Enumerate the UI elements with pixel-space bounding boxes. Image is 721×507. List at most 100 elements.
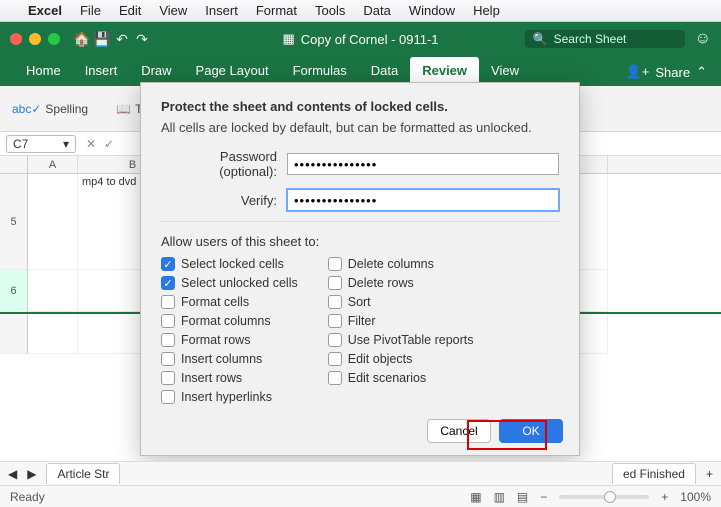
- traffic-lights[interactable]: [10, 33, 60, 45]
- zoom-level[interactable]: 100%: [680, 490, 711, 504]
- document-title: ▦ Copy of Cornel - 0911-1: [282, 31, 438, 47]
- checkbox-icon: [328, 257, 342, 271]
- zoom-icon[interactable]: [48, 33, 60, 45]
- spelling-button[interactable]: abc✓Spelling: [12, 102, 88, 116]
- permission-checkbox[interactable]: Use PivotTable reports: [328, 333, 474, 347]
- undo-icon[interactable]: ↶: [112, 31, 132, 48]
- permission-label: Delete rows: [348, 276, 414, 290]
- cell[interactable]: [28, 174, 78, 270]
- permission-checkbox[interactable]: ✓Select unlocked cells: [161, 276, 298, 290]
- row-header-5[interactable]: 5: [0, 174, 28, 270]
- password-input[interactable]: [287, 153, 559, 175]
- permission-label: Edit scenarios: [348, 371, 427, 385]
- sheet-tab[interactable]: ed Finished: [612, 463, 696, 484]
- checkbox-icon: [161, 371, 175, 385]
- search-sheet[interactable]: 🔍 Search Sheet: [525, 30, 685, 48]
- permission-checkbox[interactable]: Sort: [328, 295, 474, 309]
- menu-window[interactable]: Window: [409, 3, 455, 18]
- checkbox-icon: ✓: [161, 276, 175, 290]
- view-normal-icon[interactable]: ▦: [470, 490, 481, 504]
- row-header-6[interactable]: 6: [0, 270, 28, 312]
- dialog-subtitle: All cells are locked by default, but can…: [161, 120, 559, 135]
- search-placeholder: Search Sheet: [554, 32, 627, 46]
- checkbox-icon: [161, 390, 175, 404]
- permission-checkbox[interactable]: Format cells: [161, 295, 298, 309]
- menu-format[interactable]: Format: [256, 3, 297, 18]
- sheet-tab[interactable]: Article Str: [46, 463, 120, 484]
- cell[interactable]: [28, 270, 78, 312]
- menu-data[interactable]: Data: [363, 3, 390, 18]
- menu-edit[interactable]: Edit: [119, 3, 141, 18]
- minimize-icon[interactable]: [29, 33, 41, 45]
- checkbox-icon: [328, 276, 342, 290]
- permission-label: Insert rows: [181, 371, 242, 385]
- doc-name-text: Copy of Cornel - 0911-1: [301, 32, 439, 47]
- col-header-a[interactable]: A: [28, 156, 78, 173]
- menu-tools[interactable]: Tools: [315, 3, 345, 18]
- permission-label: Insert hyperlinks: [181, 390, 272, 404]
- feedback-icon[interactable]: ☺: [695, 30, 711, 48]
- verify-label: Verify:: [161, 193, 277, 208]
- permission-checkbox[interactable]: Format rows: [161, 333, 298, 347]
- next-sheet-icon[interactable]: ▶: [27, 467, 36, 481]
- permission-checkbox[interactable]: Delete columns: [328, 257, 474, 271]
- close-icon[interactable]: [10, 33, 22, 45]
- zoom-out-icon[interactable]: −: [540, 490, 547, 504]
- status-bar: Ready ▦ ▥ ▤ − + 100%: [0, 485, 721, 507]
- prev-sheet-icon[interactable]: ◀: [8, 467, 17, 481]
- menu-help[interactable]: Help: [473, 3, 500, 18]
- app-name[interactable]: Excel: [28, 3, 62, 18]
- excel-doc-icon: ▦: [282, 31, 294, 47]
- permission-checkbox[interactable]: Filter: [328, 314, 474, 328]
- ok-button[interactable]: OK: [499, 419, 563, 443]
- permission-label: Format rows: [181, 333, 250, 347]
- name-box[interactable]: C7▾: [6, 135, 76, 153]
- view-page-icon[interactable]: ▥: [494, 490, 505, 504]
- protect-sheet-dialog: Protect the sheet and contents of locked…: [140, 82, 580, 456]
- permission-label: Sort: [348, 295, 371, 309]
- permission-checkbox[interactable]: Insert hyperlinks: [161, 390, 298, 404]
- permission-checkbox[interactable]: ✓Select locked cells: [161, 257, 298, 271]
- select-all-corner[interactable]: [0, 156, 28, 173]
- chevron-down-icon[interactable]: ▾: [63, 137, 69, 151]
- zoom-slider[interactable]: [559, 495, 649, 499]
- permission-checkbox[interactable]: Insert columns: [161, 352, 298, 366]
- permission-checkbox[interactable]: Delete rows: [328, 276, 474, 290]
- permission-label: Format columns: [181, 314, 271, 328]
- verify-input[interactable]: [287, 189, 559, 211]
- zoom-in-icon[interactable]: +: [661, 490, 668, 504]
- cell[interactable]: [28, 314, 78, 354]
- row-header-7[interactable]: [0, 314, 28, 354]
- permission-checkbox[interactable]: Format columns: [161, 314, 298, 328]
- checkbox-icon: [328, 314, 342, 328]
- checkbox-icon: ✓: [161, 257, 175, 271]
- permission-checkbox[interactable]: Edit scenarios: [328, 371, 474, 385]
- redo-icon[interactable]: ↷: [132, 31, 152, 48]
- window-titlebar: 🏠 💾 ↶ ↷ ▦ Copy of Cornel - 0911-1 🔍 Sear…: [0, 22, 721, 56]
- checkbox-icon: [161, 314, 175, 328]
- checkbox-icon: [328, 333, 342, 347]
- permission-label: Use PivotTable reports: [348, 333, 474, 347]
- add-sheet-button[interactable]: +: [706, 467, 713, 481]
- checkbox-icon: [161, 295, 175, 309]
- enter-formula-icon[interactable]: ✓: [100, 137, 118, 151]
- checkbox-icon: [328, 371, 342, 385]
- menu-insert[interactable]: Insert: [205, 3, 238, 18]
- menu-view[interactable]: View: [159, 3, 187, 18]
- checkbox-icon: [328, 295, 342, 309]
- permission-label: Format cells: [181, 295, 249, 309]
- tab-insert[interactable]: Insert: [73, 57, 130, 86]
- cancel-formula-icon[interactable]: ✕: [82, 137, 100, 151]
- collapse-ribbon-icon[interactable]: ⌃: [690, 64, 707, 86]
- checkbox-icon: [328, 352, 342, 366]
- share-button[interactable]: 👤+ Share: [626, 64, 690, 86]
- permission-checkbox[interactable]: Insert rows: [161, 371, 298, 385]
- view-break-icon[interactable]: ▤: [517, 490, 528, 504]
- cancel-button[interactable]: Cancel: [427, 419, 491, 443]
- sheet-tab-bar: ◀ ▶ Article Str ed Finished +: [0, 461, 721, 485]
- save-icon[interactable]: 💾: [92, 31, 112, 48]
- permission-checkbox[interactable]: Edit objects: [328, 352, 474, 366]
- menu-file[interactable]: File: [80, 3, 101, 18]
- home-icon[interactable]: 🏠: [72, 31, 92, 48]
- tab-home[interactable]: Home: [14, 57, 73, 86]
